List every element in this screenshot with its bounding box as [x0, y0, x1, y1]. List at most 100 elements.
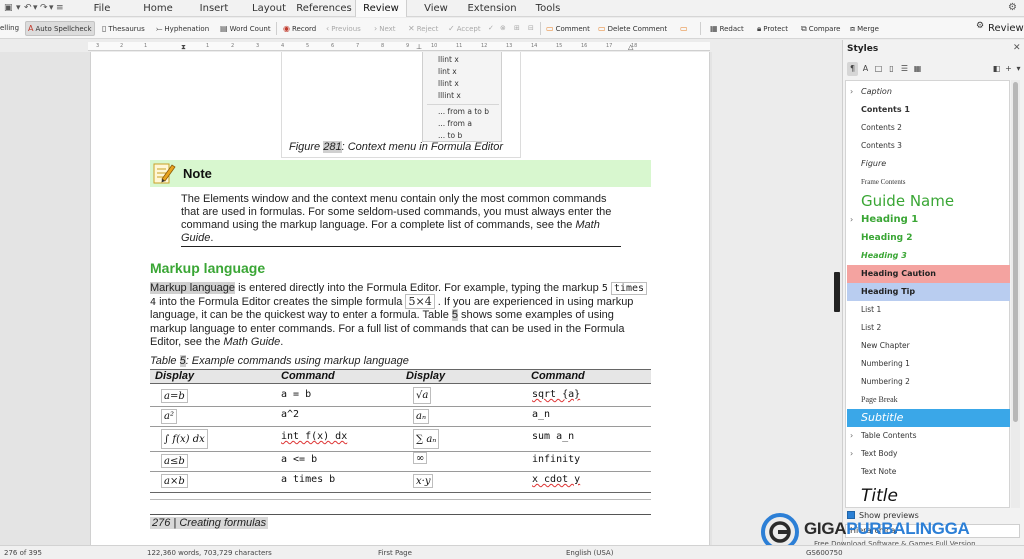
document-canvas[interactable]: llint x lint x llint x lllint x ... from… [0, 52, 712, 545]
word-count-button[interactable]: ▤ Word Count [220, 22, 271, 35]
style-item-frame-contents[interactable]: Frame Contents [847, 173, 1010, 191]
chevron-right-icon[interactable]: › [850, 83, 853, 101]
style-item-numbering-2[interactable]: Numbering 2 [847, 373, 1010, 391]
chevron-right-icon[interactable]: › [850, 445, 853, 463]
previous-change-button[interactable]: ‹ Previous [326, 22, 361, 35]
chevron-right-icon[interactable]: › [850, 211, 853, 229]
style-item-contents-2[interactable]: Contents 2 [847, 119, 1010, 137]
style-item-contents-1[interactable]: Contents 1 [847, 101, 1010, 119]
page-footer[interactable]: 276 | Creating formulas [150, 517, 269, 529]
style-item-caption[interactable]: › Caption [847, 83, 1010, 101]
tab-insert[interactable]: Insert [196, 0, 232, 17]
tab-references[interactable]: References [296, 0, 352, 17]
sidebar-settings-icon[interactable]: ⚙ [976, 20, 984, 33]
style-item-text-note[interactable]: Text Note [847, 463, 1010, 481]
protect-button[interactable]: 🔒︎ Protect [757, 22, 788, 35]
insert-comment-button[interactable]: ▭ Comment [546, 22, 590, 35]
close-icon[interactable]: ✕ [1013, 43, 1021, 53]
index-field[interactable]: Markup language [150, 282, 236, 294]
app-menu-icon[interactable]: ⚙ [1008, 2, 1017, 13]
style-item-subtitle[interactable]: Subtitle [847, 409, 1010, 427]
formula-object[interactable]: aₙ [413, 409, 430, 424]
hyphenation-button[interactable]: ⤚ Hyphenation [156, 22, 209, 35]
comment-more-icon[interactable]: ▭ [680, 22, 690, 35]
document-page[interactable]: llint x lint x llint x lllint x ... from… [90, 52, 710, 545]
styles-list[interactable]: › Caption Contents 1 Contents 2 Contents 3 Fi… [845, 80, 1010, 508]
styles-scrollbar-thumb[interactable] [1013, 82, 1018, 422]
style-item-title[interactable]: Title [847, 481, 1010, 511]
list-styles-icon[interactable]: ☰ [899, 62, 910, 76]
style-item-contents-3[interactable]: Contents 3 [847, 137, 1010, 155]
style-item-numbering-1[interactable]: Numbering 1 [847, 355, 1010, 373]
formula-object[interactable]: a×b [161, 474, 188, 488]
more-changes-icon[interactable]: ⊟ [528, 22, 534, 35]
thesaurus-button[interactable]: ▯ Thesaurus [102, 22, 145, 35]
style-item-heading-tip[interactable]: Heading Tip [847, 283, 1010, 301]
style-item-heading-3[interactable]: Heading 3 [847, 247, 1010, 265]
quick-access-dropdown-icon[interactable]: ▾ [16, 3, 21, 14]
tab-stop-icon[interactable]: ⊥ [416, 43, 422, 51]
review-overflow-button[interactable]: Review [988, 20, 1024, 37]
delete-comment-button[interactable]: ▭ Delete Comment [598, 22, 667, 35]
right-indent-marker-icon[interactable]: △ [628, 43, 633, 51]
formula-object[interactable]: √a [413, 387, 432, 404]
undo-dropdown-icon[interactable]: ▾ [33, 3, 38, 14]
style-item-figure[interactable]: Figure [847, 155, 1010, 173]
auto-spellcheck-button[interactable]: A Auto Spellcheck [25, 21, 95, 36]
frame-styles-icon[interactable]: □ [873, 62, 884, 76]
formula-object[interactable]: a² [161, 409, 177, 424]
merge-button[interactable]: ⧈ Merge [850, 22, 879, 35]
spelling-button[interactable]: elling [0, 22, 19, 35]
formula-object[interactable]: ∫ f(x) dx [161, 429, 208, 449]
formula-object[interactable]: a=b [161, 389, 188, 403]
fill-format-icon[interactable]: ◧ [991, 62, 1002, 76]
style-item-table-contents[interactable]: › Table Contents [847, 427, 1010, 445]
undo-icon[interactable]: ↶ [24, 3, 32, 14]
redo-icon[interactable]: ↷ [40, 3, 48, 14]
next-change-button[interactable]: › Next [374, 22, 396, 35]
tab-layout[interactable]: Layout [250, 0, 288, 17]
page-styles-icon[interactable]: ▯ [886, 62, 897, 76]
style-item-list-1[interactable]: List 1 [847, 301, 1010, 319]
character-styles-icon[interactable]: A [860, 62, 871, 76]
compare-button[interactable]: ⧉ Compare [801, 22, 840, 35]
style-item-list-2[interactable]: List 2 [847, 319, 1010, 337]
formula-object[interactable]: ∞ [413, 452, 428, 464]
tab-home[interactable]: Home [140, 0, 176, 17]
paragraph-styles-icon[interactable]: ¶ [847, 62, 858, 76]
redo-dropdown-icon[interactable]: ▾ [49, 3, 54, 14]
status-language[interactable]: English (USA) [566, 547, 613, 559]
horizontal-ruler[interactable]: 321 1 2 3 4 5 6 7 8 9 10 11 12 13 14 15 16 17 18 ⧗ ⊥ △ [88, 42, 710, 51]
indent-marker-icon[interactable]: ⧗ [181, 43, 186, 51]
reject-change-button[interactable]: ✕ Reject [408, 22, 438, 35]
status-word-count[interactable]: 122,360 words, 703,729 characters [147, 547, 272, 559]
tab-view[interactable]: View [418, 0, 454, 17]
record-button[interactable]: ◉ Record [283, 22, 316, 35]
customize-icon[interactable]: ≡ [56, 3, 64, 14]
chevron-down-icon[interactable]: ▾ [1013, 62, 1024, 76]
manage-changes-icon[interactable]: ⊞ [514, 22, 520, 35]
style-item-text-body[interactable]: › Text Body [847, 445, 1010, 463]
style-item-new-chapter[interactable]: New Chapter [847, 337, 1010, 355]
chevron-right-icon[interactable]: › [850, 427, 853, 445]
style-item-heading-caution[interactable]: Heading Caution [847, 265, 1010, 283]
figure-number-field[interactable]: 281 [323, 141, 342, 153]
style-item-heading-2[interactable]: Heading 2 [847, 229, 1010, 247]
formula-object[interactable]: ∑ aₙ [413, 429, 440, 449]
accept-all-icon[interactable]: ✓ [488, 22, 494, 35]
sidebar-collapse-handle[interactable] [834, 272, 840, 312]
tab-tools[interactable]: Tools [530, 0, 566, 17]
inline-formula-object[interactable]: 5×4 [405, 294, 435, 310]
formula-object[interactable]: x·y [413, 474, 434, 488]
table-styles-icon[interactable]: ▦ [912, 62, 923, 76]
save-icon[interactable]: ▣ [4, 3, 13, 14]
style-item-guide-name[interactable]: Guide Name [847, 191, 1010, 211]
accept-change-button[interactable]: ✓ Accept [448, 22, 481, 35]
style-item-heading-1[interactable]: › Heading 1 [847, 211, 1010, 229]
reject-all-icon[interactable]: ⊗ [500, 22, 506, 35]
tab-extension[interactable]: Extension [466, 0, 518, 17]
tab-file[interactable]: File [84, 0, 120, 17]
redact-button[interactable]: ▦ Redact [710, 22, 744, 35]
formula-object[interactable]: a≤b [161, 454, 188, 468]
tab-review[interactable]: Review [355, 0, 407, 17]
